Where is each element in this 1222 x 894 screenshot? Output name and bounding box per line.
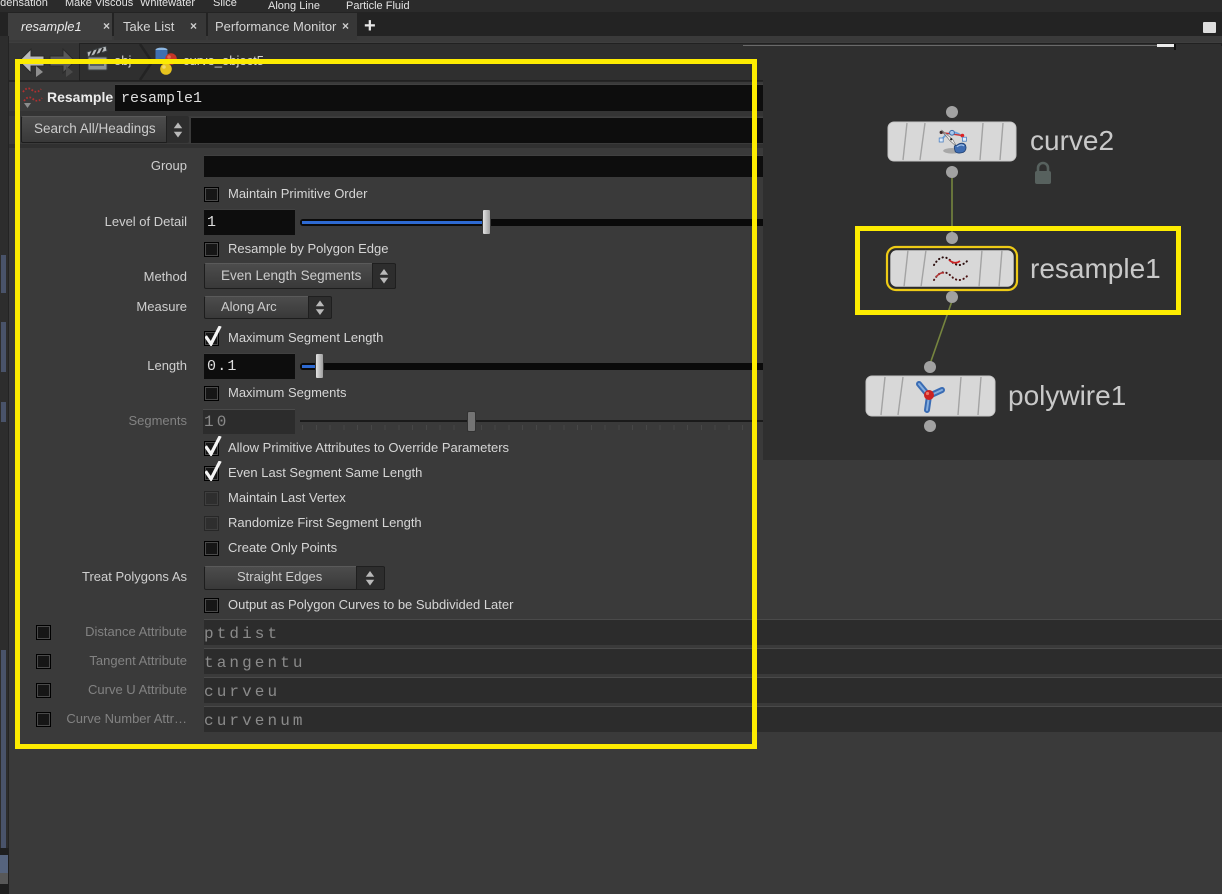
- svg-text:polywire1: polywire1: [1008, 380, 1126, 411]
- svg-text:curve2: curve2: [1030, 125, 1114, 156]
